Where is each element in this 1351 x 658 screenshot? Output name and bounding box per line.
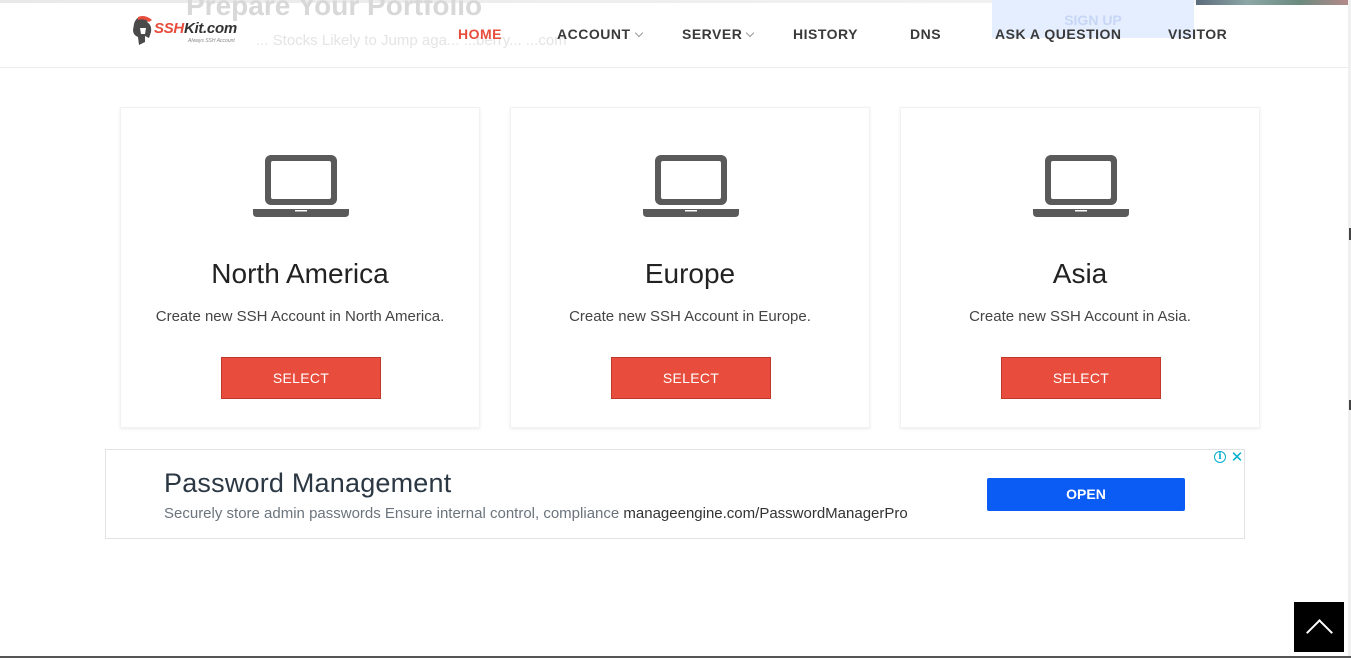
region-card-asia: Asia Create new SSH Account in Asia. SEL… (900, 107, 1260, 428)
nav-ask-question-label: ASK A QUESTION (995, 26, 1122, 42)
region-description: Create new SSH Account in Europe. (569, 308, 811, 325)
region-card-north-america: North America Create new SSH Account in … (120, 107, 480, 428)
nav-server[interactable]: SERVER (682, 26, 755, 42)
info-icon[interactable]: i (1214, 451, 1226, 463)
nav-account[interactable]: ACCOUNT (557, 26, 643, 42)
nav-visitor[interactable]: VISITOR (1168, 26, 1227, 42)
nav-history-label: HISTORY (793, 26, 858, 42)
ad-title[interactable]: Password Management (164, 468, 451, 499)
ad-banner[interactable]: Password Management Securely store admin… (105, 449, 1245, 539)
laptop-icon (1033, 155, 1129, 217)
select-europe-button[interactable]: SELECT (611, 357, 771, 399)
chevron-up-icon (1306, 619, 1333, 646)
laptop-icon (643, 155, 739, 217)
nav-home-label: HOME (458, 26, 502, 42)
region-card-europe: Europe Create new SSH Account in Europe.… (510, 107, 870, 428)
close-icon[interactable]: ✕ (1230, 448, 1244, 466)
region-name: Europe (644, 258, 736, 289)
ad-url[interactable]: manageengine.com/PasswordManagerPro (623, 505, 907, 522)
select-asia-button[interactable]: SELECT (1001, 357, 1161, 399)
nav-dns[interactable]: DNS (910, 26, 941, 42)
nav-ask-question[interactable]: ASK A QUESTION (995, 26, 1122, 42)
chevron-down-icon (746, 28, 755, 38)
ad-open-button[interactable]: OPEN (987, 478, 1185, 511)
logo-tagline: Always SSH Account (188, 38, 235, 44)
nav-history[interactable]: HISTORY (793, 26, 858, 42)
nav-dns-label: DNS (910, 26, 942, 42)
logo-text: SSHKit.com (154, 20, 237, 37)
ad-description-text: Securely store admin passwords Ensure in… (164, 505, 620, 522)
chevron-down-icon (634, 28, 643, 38)
nav-home[interactable]: HOME (458, 26, 502, 42)
nav-server-label: SERVER (682, 26, 743, 42)
region-description: Create new SSH Account in Asia. (969, 308, 1191, 325)
site-header: SSHKit.com Always SSH Account HOME ACCOU… (0, 0, 1351, 68)
select-north-america-button[interactable]: SELECT (221, 357, 381, 399)
region-name: Asia (1052, 258, 1108, 289)
ad-description: Securely store admin passwords Ensure in… (164, 505, 908, 522)
region-name: North America (211, 258, 389, 289)
nav-visitor-label: VISITOR (1168, 26, 1228, 42)
site-logo[interactable]: SSHKit.com Always SSH Account (130, 16, 248, 48)
nav-account-label: ACCOUNT (557, 26, 631, 42)
region-description: Create new SSH Account in North America. (155, 308, 445, 325)
laptop-icon (253, 155, 349, 217)
scroll-top-button[interactable] (1294, 602, 1344, 652)
spartan-helmet-icon (133, 16, 152, 45)
